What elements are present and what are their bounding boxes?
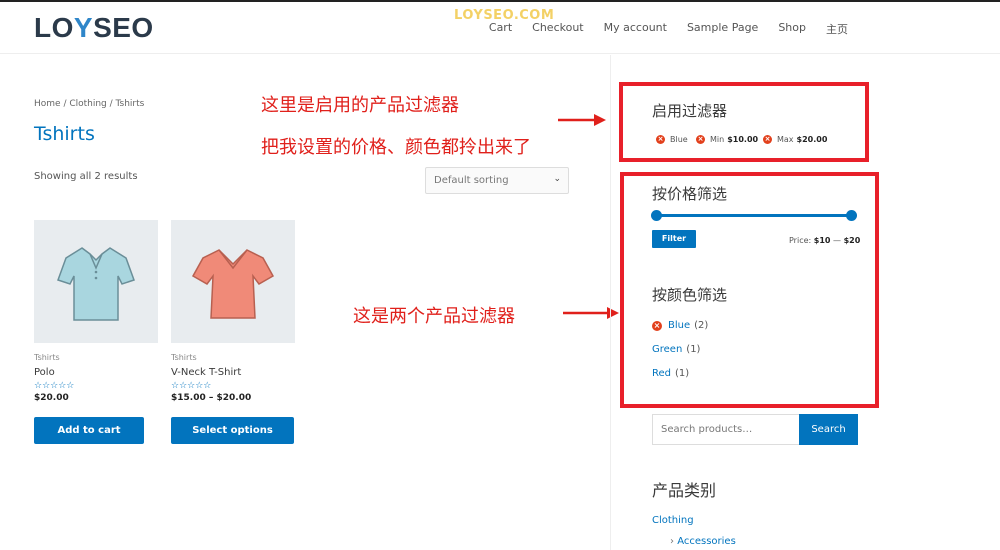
remove-icon: × (763, 135, 772, 144)
price-slider-min-handle[interactable] (651, 210, 662, 221)
color-filter-title: 按颜色筛选 (652, 286, 728, 304)
search-button[interactable]: Search (799, 414, 858, 445)
active-filter-chip-min[interactable]: × Min $10.00 (696, 135, 758, 144)
remove-icon: × (696, 135, 705, 144)
product-category[interactable]: Tshirts (171, 353, 295, 362)
polo-shirt-icon (57, 247, 135, 321)
annotation-extracted: 把我设置的价格、颜色都拎出来了 (261, 137, 531, 158)
site-logo[interactable]: LOYSEO (34, 12, 154, 44)
annotation-two-filters: 这是两个产品过滤器 (353, 306, 515, 327)
arrow-right-icon (558, 114, 606, 126)
page-title: Tshirts (34, 123, 95, 145)
price-range-label: Price: $10 — $20 (789, 236, 861, 245)
product-name[interactable]: V-Neck T-Shirt (171, 367, 295, 378)
product-price: $15.00 – $20.00 (171, 393, 252, 403)
categories-title: 产品类别 (652, 481, 717, 500)
rating-stars-icon: ☆☆☆☆☆ (34, 381, 75, 391)
active-filter-chip-blue[interactable]: × Blue (656, 135, 688, 144)
filter-button[interactable]: Filter (652, 230, 696, 248)
tshirt-icon (191, 249, 275, 319)
product-name[interactable]: Polo (34, 367, 158, 378)
remove-icon: × (656, 135, 665, 144)
product-category[interactable]: Tshirts (34, 353, 158, 362)
nav-shop[interactable]: Shop (778, 21, 806, 37)
add-to-cart-button[interactable]: Add to cart (34, 417, 144, 444)
price-filter-title: 按价格筛选 (652, 185, 728, 203)
sort-select[interactable]: Default sorting ⌄ (425, 167, 569, 194)
price-slider-track[interactable] (657, 214, 852, 217)
product-image[interactable] (34, 220, 158, 343)
nav-home[interactable]: 主页 (826, 21, 848, 37)
nav-sample-page[interactable]: Sample Page (687, 21, 758, 37)
product-search-input[interactable]: Search products… (652, 414, 800, 445)
result-count: Showing all 2 results (34, 171, 138, 182)
sidebar-divider (610, 55, 611, 550)
arrow-right-icon (563, 307, 619, 319)
price-slider-max-handle[interactable] (846, 210, 857, 221)
annotation-active-filters: 这里是启用的产品过滤器 (261, 95, 459, 116)
chevron-down-icon: ⌄ (553, 174, 561, 184)
sort-selected-value: Default sorting (434, 175, 509, 186)
product-image[interactable] (171, 220, 295, 343)
annotation-highlight-box (619, 82, 869, 162)
category-accessories[interactable]: › Accessories (670, 536, 736, 547)
select-options-button[interactable]: Select options (171, 417, 294, 444)
nav-cart[interactable]: Cart (489, 21, 512, 37)
nav-checkout[interactable]: Checkout (532, 21, 583, 37)
product-price: $20.00 (34, 393, 69, 403)
product-card-vneck: Tshirts V-Neck T-Shirt ☆☆☆☆☆ $15.00 – $2… (171, 220, 295, 444)
color-filter-blue[interactable]: × Blue (2) (652, 320, 708, 331)
active-filters-title: 启用过滤器 (652, 102, 728, 120)
remove-icon: × (652, 320, 662, 331)
color-filter-green[interactable]: Green (1) (652, 344, 700, 355)
site-header: LOYSEO LOYSEO.COM Cart Checkout My accou… (0, 2, 1000, 54)
breadcrumb[interactable]: Home / Clothing / Tshirts (34, 99, 144, 109)
chevron-right-icon: › (670, 536, 674, 547)
nav-my-account[interactable]: My account (604, 21, 667, 37)
product-card-polo: Tshirts Polo ☆☆☆☆☆ $20.00 Add to cart (34, 220, 158, 444)
active-filter-chip-max[interactable]: × Max $20.00 (763, 135, 827, 144)
category-clothing[interactable]: Clothing (652, 515, 694, 526)
rating-stars-icon: ☆☆☆☆☆ (171, 381, 212, 391)
main-nav: Cart Checkout My account Sample Page Sho… (469, 21, 848, 37)
color-filter-red[interactable]: Red (1) (652, 368, 689, 379)
